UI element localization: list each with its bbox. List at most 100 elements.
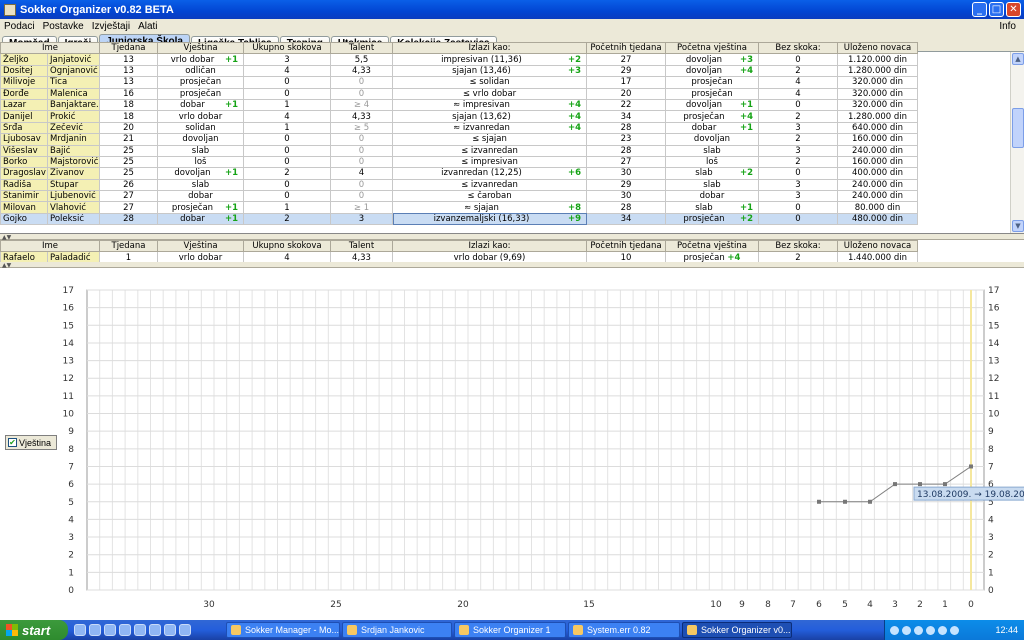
table2-header-pocetnih-tjedana[interactable]: Početnih tjedana [586, 240, 666, 253]
first-name-cell-text: Dragoslav [3, 168, 46, 179]
start-button[interactable]: start [0, 620, 68, 640]
taskbar-item-srdjan[interactable]: Srdjan Jankovic [342, 622, 452, 638]
table2-header-izlazi-kao[interactable]: Izlazi kao: [392, 240, 587, 253]
scrollbar-thumb[interactable] [1012, 108, 1024, 148]
jumps-cell-text: 0 [284, 157, 290, 168]
table-row[interactable]: Borko Majstorović 25 loš 0 0 ≤ impresivan 27 loš… [0, 155, 918, 169]
weeks-cell-text: 25 [123, 145, 134, 156]
table-vertical-scrollbar[interactable]: ▲ ▼ [1010, 52, 1024, 233]
talent-cell-text: 4,33 [352, 65, 371, 76]
quick-launch-icon[interactable] [89, 624, 101, 636]
talent-cell: 0 [330, 87, 393, 100]
tray-icon[interactable] [914, 625, 923, 635]
menu-izvjestaji[interactable]: Izvještaji [88, 21, 134, 32]
table2-header-talent[interactable]: Talent [330, 240, 393, 253]
menu-info[interactable]: Info [995, 21, 1020, 32]
table-row[interactable]: Đorđe Malenica 16 prosječan 0 0 ≤ vrlo dobar 20… [0, 87, 918, 100]
skill-cell: vrlo dobar [157, 110, 244, 123]
first-name-cell-text: Dositej [3, 65, 33, 76]
money-cell: 640.000 din [837, 121, 918, 135]
table-row[interactable]: Dragoslav Živanov 25 +1 dovoljan 2 4 +6 izvanred… [0, 167, 918, 180]
x-tick-label: 8 [765, 600, 771, 610]
column-header-bez-skoka[interactable]: Bez skoka: [758, 41, 838, 55]
column-header-pocetnih-tjedana[interactable]: Početnih tjedana [586, 41, 666, 55]
quick-launch-icon[interactable] [164, 624, 176, 636]
money-cell-text: 80.000 din [854, 202, 901, 213]
column-header-ime[interactable]: Ime [0, 41, 100, 55]
close-button[interactable]: ✕ [1006, 2, 1021, 17]
money-cell: 320.000 din [837, 87, 918, 100]
scroll-down-arrow-icon[interactable]: ▼ [1012, 220, 1024, 232]
x-tick-label: 5 [842, 600, 848, 610]
y-tick-label-left: 3 [68, 533, 74, 543]
y-tick-label-left: 17 [63, 286, 74, 296]
table-row[interactable]: Milivoje Tica 13 prosječan 0 0 ≤ solidan 17 pros… [0, 76, 918, 89]
column-header-ukupno-skokova[interactable]: Ukupno skokova [243, 41, 331, 55]
jumps-cell-text: 0 [284, 88, 290, 99]
column-header-tjedana[interactable]: Tjedana [99, 41, 158, 55]
quick-launch-icon[interactable] [179, 624, 191, 636]
table-row[interactable]: Danijel Prokić 18 vrlo dobar 4 4,33 +4 sjajan (… [0, 110, 918, 123]
weeks-cell: 1 [99, 251, 158, 262]
table2-header-ime[interactable]: Ime [0, 240, 100, 253]
money-cell: 480.000 din [837, 212, 918, 226]
table2-header-bez-skoka[interactable]: Bez skoka: [758, 240, 838, 253]
quick-launch-icon[interactable] [119, 624, 131, 636]
column-header-izlazi-kao[interactable]: Izlazi kao: [392, 41, 587, 55]
maximize-button[interactable]: □ [989, 2, 1004, 17]
money-cell: 240.000 din [837, 178, 918, 192]
table2-header-ulozeno-novaca[interactable]: Uloženo novaca [837, 240, 918, 253]
column-header-talent[interactable]: Talent [330, 41, 393, 55]
table-row[interactable]: Srđa Zečević 20 solidan 1 ≥ 5 +4 ≈ izvanredan 28… [0, 121, 918, 135]
taskbar-item-sokker-organizer[interactable]: Sokker Organizer v0.... [682, 622, 792, 638]
jumps-cell: 0 [243, 178, 331, 192]
table2-header-tjedana[interactable]: Tjedana [99, 240, 158, 253]
money-cell-text: 240.000 din [852, 145, 903, 156]
last-name-cell: Vlahović [47, 201, 100, 214]
table2-header-ukupno-skokova[interactable]: Ukupno skokova [243, 240, 331, 253]
table-row[interactable]: Lazar Banjaktare... 18 +1 dobar 1 ≥ 4 +4 ≈ impre… [0, 98, 918, 112]
table-row[interactable]: Gojko Poleksić 28 +1 dobar 2 3 +9 izvanzemaljski… [0, 212, 918, 226]
table-row[interactable]: Ljubosav Mrdjanin 21 dovoljan 0 0 ≤ sjajan 23 do… [0, 133, 918, 146]
minimize-button[interactable]: _ [972, 2, 987, 17]
table-row[interactable]: Milovan Vlahović 27 +1 prosječan 1 ≥ 1 +8 ≈ sjaj… [0, 201, 918, 214]
start-skill-cell-text: slab [703, 145, 721, 156]
start-weeks-cell-text: 30 [620, 168, 632, 179]
table2-header-row: Ime Tjedana Vještina Ukupno skokova Tale… [0, 240, 918, 253]
tray-icon[interactable] [938, 625, 947, 635]
system-tray: 12:44 [884, 620, 1024, 640]
taskbar-item-sokker-manager[interactable]: Sokker Manager - Mo... [226, 622, 340, 638]
menu-postavke[interactable]: Postavke [39, 21, 88, 32]
table2-header-pocetna-vjestina[interactable]: Početna vještina [665, 240, 759, 253]
start-weeks-cell: 22 [586, 98, 666, 112]
taskbar-item-folder[interactable]: Sokker Organizer 1 [454, 622, 566, 638]
taskbar-item-system-err[interactable]: System.err 0.82 [568, 622, 680, 638]
scroll-up-arrow-icon[interactable]: ▲ [1012, 53, 1024, 65]
quick-launch-icon[interactable] [74, 624, 86, 636]
money-cell-text: 1.120.000 din [847, 54, 908, 65]
table-row[interactable]: Višeslav Bajić 25 slab 0 0 ≤ izvanredan 28 slab 3… [0, 144, 918, 157]
menu-alati[interactable]: Alati [134, 21, 161, 32]
table-row[interactable]: Radiša Stupar 26 slab 0 0 ≤ izvanredan 29 slab 3 2… [0, 178, 918, 192]
quick-launch-icon[interactable] [134, 624, 146, 636]
table-row[interactable]: Željko Janjatović 13 +1 vrlo dobar 3 5,5 +2 impr… [0, 53, 918, 66]
table-row[interactable]: Dositej Ognjanović 13 odličan 4 4,33 +3 sjajan … [0, 64, 918, 78]
y-tick-label-right: 8 [988, 445, 994, 455]
tray-icon[interactable] [890, 625, 899, 635]
column-header-ulozeno-novaca[interactable]: Uloženo novaca [837, 41, 918, 55]
table-row[interactable]: Stanimir Ljubenović 27 dobar 0 0 ≤ čaroban 30 do… [0, 190, 918, 203]
menu-podaci[interactable]: Podaci [0, 21, 39, 32]
jumps-cell: 0 [243, 76, 331, 89]
exit-cell: ≤ sjajan [392, 133, 587, 146]
tray-icon[interactable] [902, 625, 911, 635]
tray-icon[interactable] [950, 625, 959, 635]
table-row[interactable]: Rafaelo Paladadić 1 vrlo dobar 4 4,33 vr… [0, 251, 918, 262]
skill-cell-text: dobar [180, 214, 205, 225]
column-header-vjestina[interactable]: Vještina [157, 41, 244, 55]
quick-launch-icon[interactable] [149, 624, 161, 636]
column-header-pocetna-vjestina[interactable]: Početna vještina [665, 41, 759, 55]
exit-cell: ≤ impresivan [392, 155, 587, 169]
table2-header-vjestina[interactable]: Vještina [157, 240, 244, 253]
tray-icon[interactable] [926, 625, 935, 635]
quick-launch-icon[interactable] [104, 624, 116, 636]
